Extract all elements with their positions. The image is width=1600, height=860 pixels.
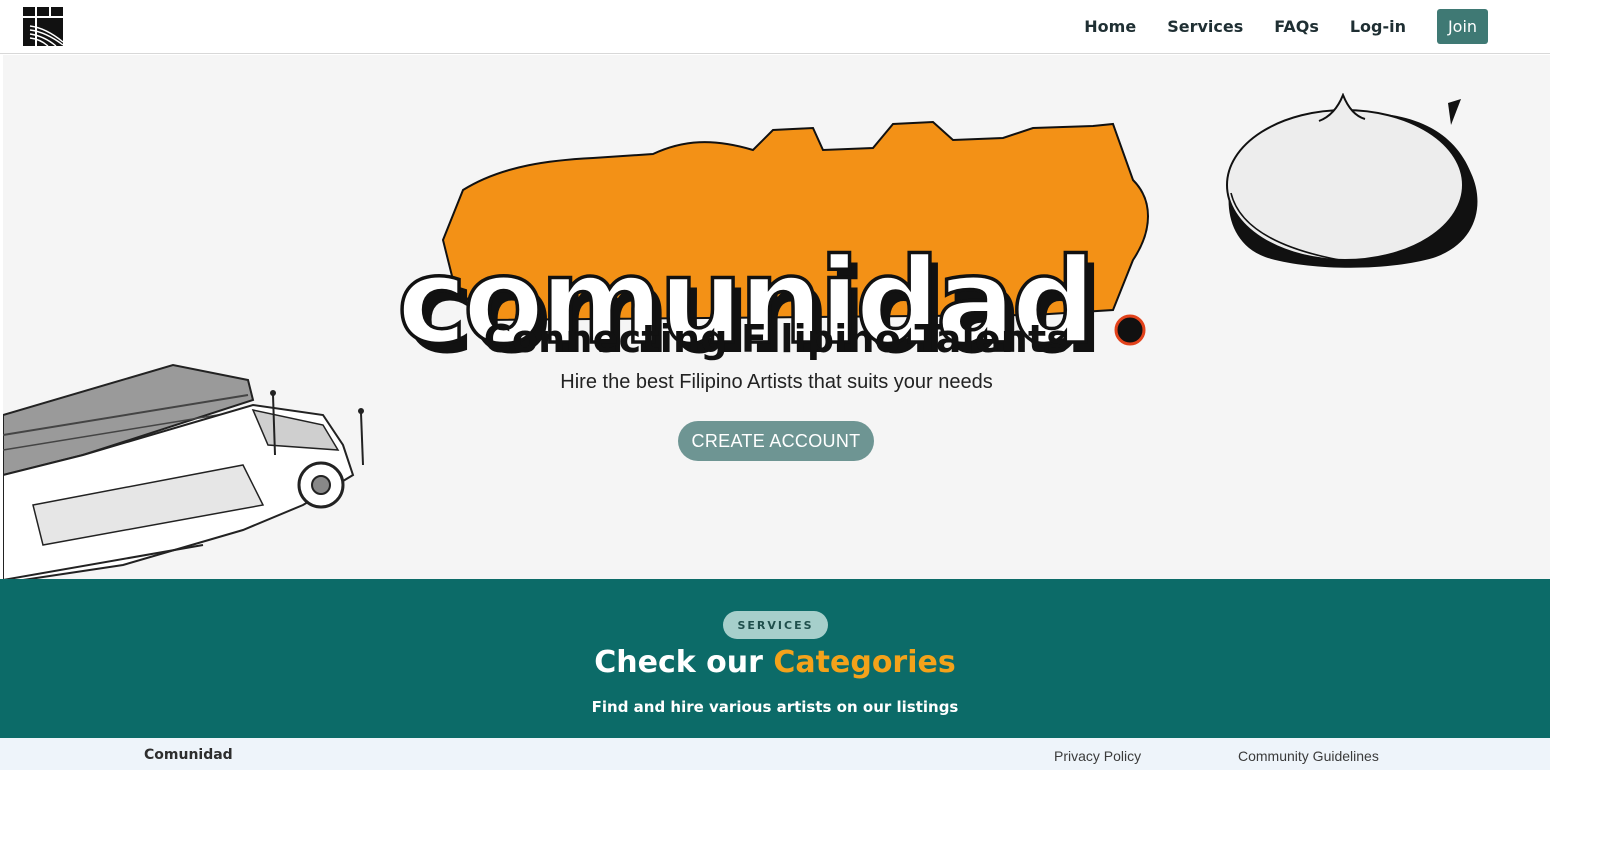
services-section: SERVICES Check our Categories Find and h… (0, 579, 1550, 738)
nav-login[interactable]: Log-in (1350, 17, 1406, 36)
nav-faqs[interactable]: FAQs (1274, 17, 1319, 36)
create-account-button[interactable]: CREATE ACCOUNT (678, 421, 874, 461)
nav-services[interactable]: Services (1167, 17, 1243, 36)
services-subtitle: Find and hire various artists on our lis… (591, 698, 959, 716)
nav-home[interactable]: Home (1084, 17, 1136, 36)
site-footer: Comunidad Privacy Policy Community Guide… (0, 738, 1550, 770)
speech-bubble-illustration (1226, 93, 1478, 268)
hero-section: comunidad comunidad Connecting Filipino … (3, 55, 1550, 579)
community-guidelines-link[interactable]: Community Guidelines (1238, 748, 1379, 764)
services-badge: SERVICES (723, 611, 828, 639)
join-button[interactable]: Join (1437, 9, 1488, 44)
privacy-policy-link[interactable]: Privacy Policy (1054, 748, 1141, 764)
logo-mark-icon (23, 7, 64, 47)
hero-title: Connecting Filipino Talents (483, 317, 1070, 361)
main-nav: Home Services FAQs Log-in Join (1053, 9, 1488, 44)
services-title-prefix: Check our (594, 645, 774, 680)
hero-subtitle: Hire the best Filipino Artists that suit… (560, 371, 993, 393)
site-logo[interactable] (22, 6, 64, 48)
services-title-accent: Categories (773, 645, 956, 680)
footer-brand: Comunidad (144, 747, 233, 763)
site-header: Home Services FAQs Log-in Join (0, 0, 1550, 54)
services-title: Check our Categories (0, 645, 1550, 680)
